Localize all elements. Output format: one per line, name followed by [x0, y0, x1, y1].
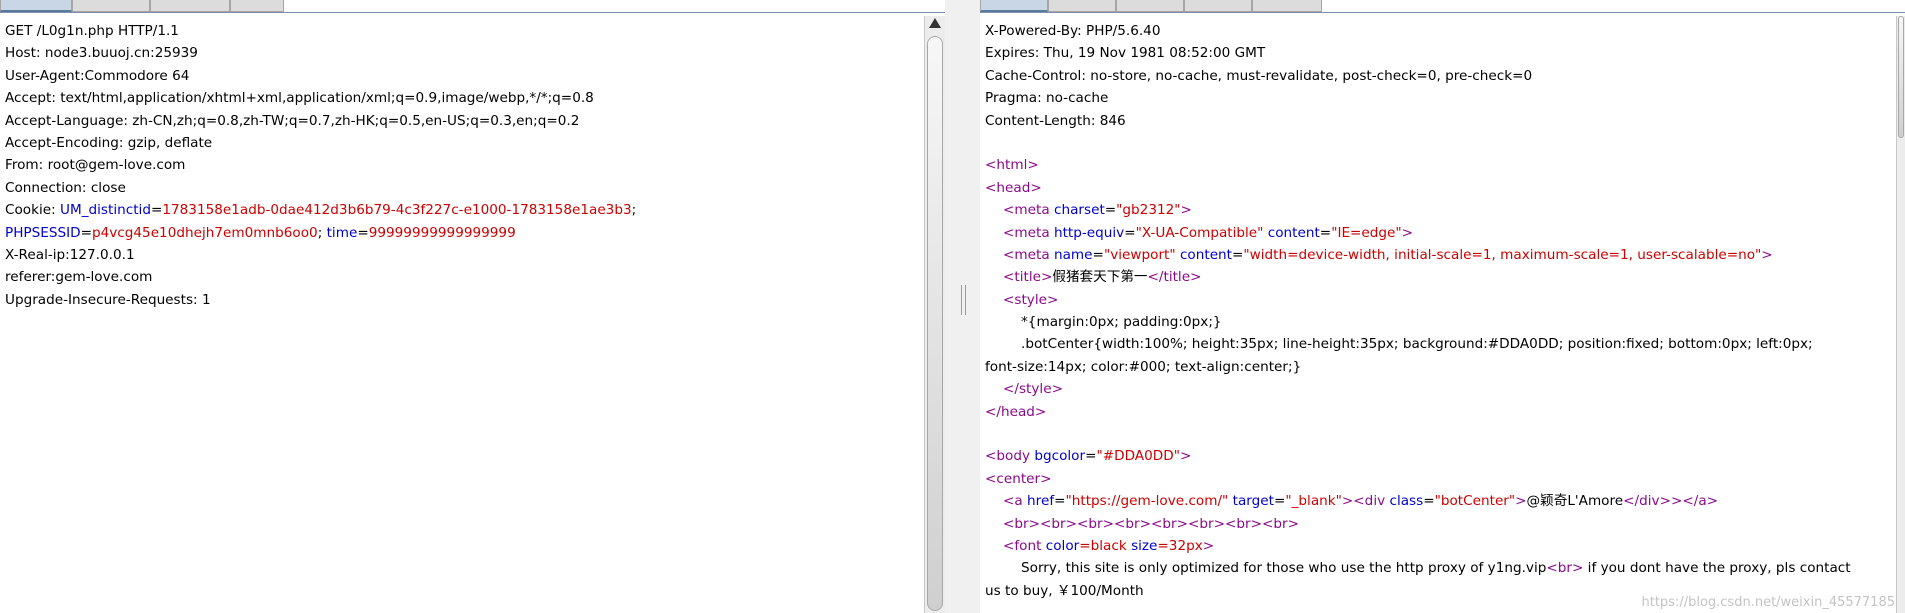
header-accept-encoding: Accept-Encoding: gzip, deflate: [5, 134, 213, 151]
header-user-agent: User-Agent:Commodore 64: [5, 67, 190, 84]
meta-viewport-line: <meta name="viewport" content="width=dev…: [1003, 246, 1773, 263]
header-connection: Connection: close: [5, 179, 126, 196]
response-pane: X-Powered-By: PHP/5.6.40 Expires: Thu, 1…: [980, 0, 1905, 613]
response-header-expires: Expires: Thu, 19 Nov 1981 08:52:00 GMT: [985, 45, 1266, 62]
css-rule-reset: *{margin:0px; padding:0px;}: [1021, 314, 1222, 331]
cookie-prefix: Cookie:: [5, 202, 61, 219]
request-tab-strip: [0, 0, 945, 13]
request-pane: GET /L0g1n.php HTTP/1.1 Host: node3.buuo…: [0, 0, 945, 613]
pane-splitter[interactable]: [945, 0, 980, 613]
tab-response-headers[interactable]: [1048, 0, 1116, 12]
request-editor[interactable]: GET /L0g1n.php HTTP/1.1 Host: node3.buuo…: [0, 16, 925, 613]
header-referer: referer:gem-love.com: [5, 269, 153, 286]
head-close-tag: </head>: [985, 403, 1047, 420]
tab-headers[interactable]: [150, 0, 230, 12]
body-open-line: <body bgcolor="#DDA0DD">: [985, 448, 1192, 465]
cookie-um-value: 1783158e1adb-0dae412d3b6b79-4c3f227c-e10…: [162, 202, 632, 219]
meta-charset-line: <meta charset="gb2312">: [1003, 202, 1192, 219]
cookie-phpsessid-key: PHPSESSID: [5, 224, 81, 241]
request-scrollbar[interactable]: [924, 16, 945, 613]
title-line: <title>假猪套天下第一</title>: [1003, 269, 1202, 286]
response-header-content-length: Content-Length: 846: [985, 112, 1126, 129]
tab-response-hex[interactable]: [1116, 0, 1184, 12]
header-upgrade-insecure: Upgrade-Insecure-Requests: 1: [5, 291, 211, 308]
response-editor[interactable]: X-Powered-By: PHP/5.6.40 Expires: Thu, 1…: [980, 16, 1897, 613]
header-x-real-ip: X-Real-ip:127.0.0.1: [5, 246, 135, 263]
cookie-um-key: UM_distinctid: [60, 202, 151, 219]
header-accept-language: Accept-Language: zh-CN,zh;q=0.8,zh-TW;q=…: [5, 112, 580, 129]
header-cookie-cont: PHPSESSID=p4vcg45e10dhejh7em0mnb6oo0; ti…: [5, 224, 516, 241]
cookie-time-value: 99999999999999999: [368, 224, 516, 241]
watermark-text: https://blog.csdn.net/weixin_45577185: [1641, 595, 1895, 610]
style-open-tag: <style>: [1003, 291, 1059, 308]
br-tags-line: <br><br><br><br><br><br><br><br>: [1003, 515, 1299, 532]
anchor-text: @颖奇L'Amore: [1526, 493, 1624, 510]
header-cookie: Cookie: UM_distinctid=1783158e1adb-0dae4…: [5, 202, 637, 219]
request-scroll-thumb[interactable]: [927, 36, 943, 611]
tab-response-html[interactable]: [1184, 0, 1252, 12]
tab-response-raw[interactable]: [980, 0, 1048, 12]
anchor-line: <a href="https://gem-love.com/" target="…: [1003, 493, 1719, 510]
header-accept: Accept: text/html,application/xhtml+xml,…: [5, 90, 594, 107]
style-close-tag: </style>: [1003, 381, 1063, 398]
header-host: Host: node3.buuoj.cn:25939: [5, 45, 198, 62]
response-scrollbar[interactable]: [1896, 16, 1905, 613]
response-tab-strip: [980, 0, 1905, 13]
tab-raw[interactable]: [0, 0, 72, 12]
center-open-tag: <center>: [985, 470, 1052, 487]
tab-hex[interactable]: [230, 0, 284, 12]
font-open-line: <font color=black size=32px>: [1003, 537, 1215, 554]
tab-params[interactable]: [72, 0, 150, 12]
response-header-pragma: Pragma: no-cache: [985, 90, 1109, 107]
css-rule-botcenter-cont: font-size:14px; color:#000; text-align:c…: [985, 358, 1302, 375]
header-from: From: root@gem-love.com: [5, 157, 186, 174]
scroll-up-arrow-icon[interactable]: [929, 18, 941, 28]
html-open-tag: <html>: [985, 157, 1039, 174]
response-header-powered-by: X-Powered-By: PHP/5.6.40: [985, 23, 1161, 39]
request-line: GET /L0g1n.php HTTP/1.1: [5, 23, 179, 39]
title-text: 假猪套天下第一: [1052, 269, 1148, 286]
response-header-cache-control: Cache-Control: no-store, no-cache, must-…: [985, 67, 1533, 84]
head-open-tag: <head>: [985, 179, 1042, 196]
css-rule-botcenter: .botCenter{width:100%; height:35px; line…: [1021, 336, 1813, 353]
cookie-phpsessid-value: p4vcg45e10dhejh7em0mnb6oo0: [91, 224, 318, 241]
cookie-time-key: time: [326, 224, 358, 241]
tab-response-render[interactable]: [1252, 0, 1322, 12]
splitter-grip-icon[interactable]: [961, 285, 966, 315]
response-scroll-thumb[interactable]: [1898, 16, 1904, 138]
meta-compat-line: <meta http-equiv="X-UA-Compatible" conte…: [1003, 224, 1414, 241]
